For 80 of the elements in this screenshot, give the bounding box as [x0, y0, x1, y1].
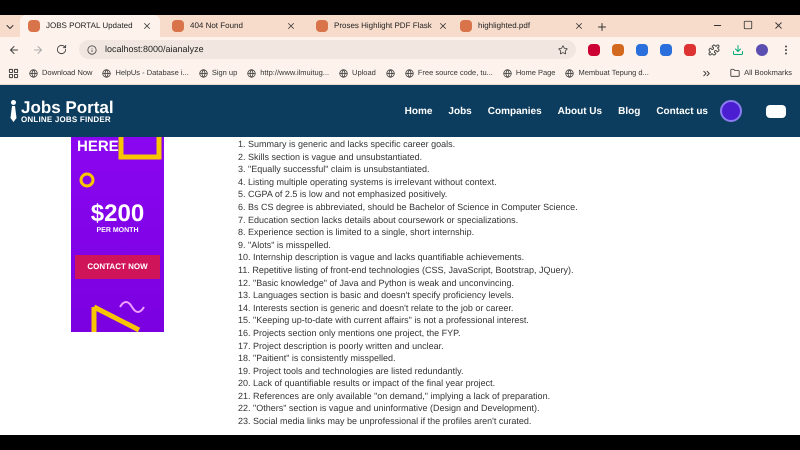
feedback-item: 9. "Alots" is misspelled. — [238, 238, 332, 252]
more-bookmarks-icon[interactable] — [701, 68, 712, 78]
logo-subtitle: ONLINE JOBS FINDER — [21, 116, 112, 124]
close-icon[interactable] — [438, 21, 448, 31]
feedback-item: 11. Repetitive listing of front-end technologies (CSS, JavaScript, Bootstrap, JQuery). — [238, 264, 574, 277]
nav-link[interactable]: Blog — [618, 104, 640, 118]
banner-headline: HERE — [77, 139, 119, 154]
feedback-item: 7. Education section lacks details about coursework or specializations. — [238, 214, 520, 226]
feedback-item: 12. "Basic knowledge" of Java and Python is weak and unconvincing. — [238, 276, 516, 290]
nav-link[interactable]: Jobs — [448, 104, 472, 118]
favicon-icon — [28, 20, 40, 32]
extension-icon[interactable] — [588, 44, 600, 56]
feedback-item: 15. "Keeping up-to-date with current affairs" is not a professional interest. — [238, 314, 530, 327]
globe-icon — [565, 68, 574, 78]
feedback-item: 17. Project description is poorly written and unclear. — [238, 340, 445, 352]
feedback-item: 19. Project tools and technologies are listed redundantly. — [238, 364, 464, 378]
feedback-item: 18. "Paitient" is consistently misspelled. — [238, 352, 396, 365]
feedback-item: 22. "Others" section is vague and uninformative (Design and Development). — [238, 402, 541, 416]
banner-price: $200 — [90, 202, 144, 226]
feedback-item: 6. Bs CS degree is abbreviated, should be Bachelor of Science in Computer Science. — [238, 200, 578, 214]
favicon-icon — [460, 20, 472, 32]
tie-icon — [10, 100, 17, 122]
logo-title[interactable]: Jobs Portal — [21, 98, 114, 116]
favicon-icon — [316, 20, 328, 32]
nav-link[interactable]: Contact us — [656, 104, 708, 118]
reload-icon[interactable] — [56, 44, 67, 55]
feedback-item: 5. CGPA of 2.5 is low and not emphasized positively. — [238, 188, 448, 201]
apps-icon[interactable] — [8, 68, 19, 78]
favicon-icon — [172, 20, 184, 32]
nav-link[interactable]: Home — [404, 104, 432, 118]
globe-icon — [102, 68, 112, 78]
nav-link[interactable]: About Us — [558, 104, 602, 118]
new-tab-icon[interactable] — [596, 21, 608, 33]
contact-now-button[interactable]: CONTACT NOW — [75, 254, 160, 278]
browser-tab[interactable]: highlighted.pdf — [452, 15, 592, 37]
tab-title: Proses Highlight PDF Flask — [334, 20, 432, 32]
feedback-item: 4. Listing multiple operating systems is irrelevant without context. — [238, 176, 498, 188]
extension-icon[interactable] — [612, 44, 624, 56]
back-icon[interactable] — [8, 44, 20, 56]
close-icon[interactable] — [574, 21, 584, 31]
tab-title: highlighted.pdf — [478, 20, 532, 32]
feedback-item: 16. Projects section only mentions one project, the FYP. — [238, 326, 462, 340]
globe-icon[interactable] — [386, 68, 395, 78]
extensions-icon[interactable] — [708, 44, 720, 56]
tab-title: 404 Not Found — [190, 20, 244, 32]
extension-icon[interactable] — [660, 44, 672, 56]
feedback-item: 20. Lack of quantifiable results or impact of the final year project. — [238, 377, 496, 390]
info-icon[interactable] — [87, 44, 97, 54]
feedback-item: 10. Internship description is vague and lacks quantifiable achievements. — [238, 251, 526, 264]
globe-icon — [404, 68, 414, 78]
globe-icon — [198, 68, 208, 78]
globe-icon — [339, 68, 348, 78]
address-bar[interactable]: localhost:8000/aianalyze — [79, 40, 576, 59]
feedback-item: 14. Interests section is generic and doesn't relate to the job or career. — [238, 302, 514, 314]
feedback-item: 23. Social media links may be unprofessional if the profiles aren't curated. — [238, 415, 532, 428]
extension-icon[interactable] — [636, 44, 648, 56]
close-icon[interactable] — [773, 20, 784, 31]
bookmark-star-icon[interactable] — [558, 44, 568, 54]
globe-icon — [247, 68, 256, 78]
profile-avatar[interactable] — [720, 100, 742, 122]
folder-icon — [730, 68, 740, 78]
browser-tab[interactable]: JOBS PORTAL Updated — [20, 15, 160, 37]
globe-icon — [29, 68, 38, 78]
feedback-item: 21. References are only available "on demand," implying a lack of preparation. — [238, 390, 552, 402]
feedback-item: 1. Summary is generic and lacks specific career goals. — [238, 138, 456, 151]
maximize-icon[interactable] — [743, 20, 753, 30]
profile-avatar-icon[interactable] — [756, 44, 768, 56]
tab-title: JOBS PORTAL Updated — [46, 20, 134, 32]
browser-tab[interactable]: Proses Highlight PDF Flask — [308, 15, 448, 37]
nav-link[interactable]: Companies — [488, 104, 542, 118]
feedback-item: 3. "Equally successful" claim is unsubstantiated. — [238, 163, 430, 176]
feedback-item: 2. Skills section is vague and unsubstantiated. — [238, 150, 424, 164]
feedback-item: 8. Experience section is limited to a single, short internship. — [238, 226, 476, 239]
extension-icon[interactable] — [684, 44, 696, 56]
feedback-item: 13. Languages section is basic and doesn't specify proficiency levels. — [238, 289, 515, 302]
download-icon[interactable] — [732, 44, 744, 56]
close-icon[interactable] — [286, 21, 296, 31]
close-icon[interactable] — [142, 21, 152, 31]
globe-icon — [502, 68, 512, 78]
browser-tab[interactable]: 404 Not Found — [164, 15, 304, 37]
